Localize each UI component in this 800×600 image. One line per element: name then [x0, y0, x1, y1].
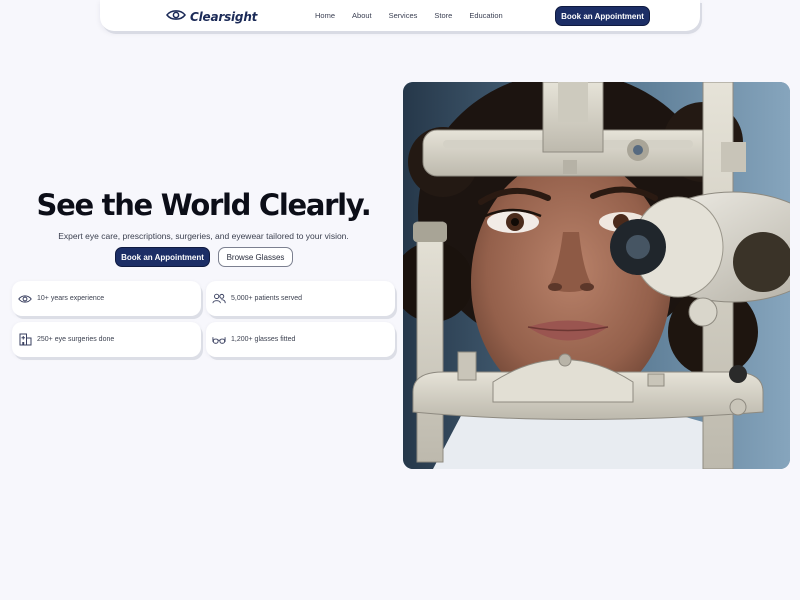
eye-icon	[166, 8, 186, 26]
nav-links: Home About Services Store Education	[315, 11, 520, 20]
hospital-icon	[18, 333, 32, 347]
browse-glasses-button[interactable]: Browse Glasses	[218, 247, 293, 267]
book-appointment-button[interactable]: Book an Appointment	[115, 247, 210, 267]
stat-card-experience: 10+ years experience	[12, 281, 201, 316]
brand-name: Clearsight	[190, 10, 258, 24]
stat-card-patients: 5,000+ patients served	[206, 281, 395, 316]
nav-book-appointment-button[interactable]: Book an Appointment	[555, 6, 650, 26]
glasses-icon	[212, 333, 226, 347]
hero-photo-eye-exam	[403, 82, 790, 469]
eye-icon	[18, 292, 32, 306]
brand-logo[interactable]: Clearsight	[166, 8, 257, 26]
stat-label: 250+ eye surgeries done	[37, 336, 115, 343]
stat-label: 5,000+ patients served	[231, 295, 303, 302]
nav-link-education[interactable]: Education	[469, 11, 502, 20]
nav-link-services[interactable]: Services	[389, 11, 418, 20]
users-icon	[212, 292, 226, 306]
hero-title: See the World Clearly.	[36, 188, 372, 222]
hero-subtitle: Expert eye care, prescriptions, surgerie…	[58, 231, 349, 241]
nav-link-about[interactable]: About	[352, 11, 372, 20]
stat-card-glasses: 1,200+ glasses fitted	[206, 322, 395, 357]
stat-card-surgeries: 250+ eye surgeries done	[12, 322, 201, 357]
stat-label: 10+ years experience	[37, 295, 105, 302]
nav-link-home[interactable]: Home	[315, 11, 335, 20]
nav-link-store[interactable]: Store	[434, 11, 452, 20]
top-navbar: Clearsight Home About Services Store Edu…	[100, 0, 700, 31]
stat-label: 1,200+ glasses fitted	[231, 336, 296, 343]
